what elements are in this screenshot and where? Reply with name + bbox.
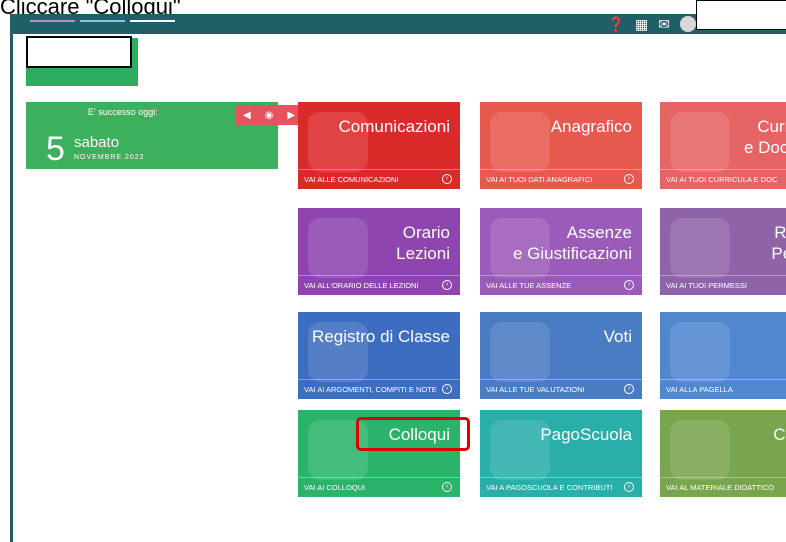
tile-title: PagoScuola [540, 425, 632, 444]
building-icon[interactable]: ▦ [635, 16, 648, 33]
tile-pagoscuola[interactable]: PagoScuola VAI A PAGOSCUOLA E CONTRIBUTI › [480, 410, 642, 497]
tile-registro-di-classe[interactable]: Registro di Classe VAI AI ARGOMENTI, COMP… [298, 312, 460, 399]
tile-footer-link[interactable]: VAI ALLA PAGELLA [660, 379, 786, 399]
tile-orario[interactable]: Orario Lezioni VAI ALL'ORARIO DELLE LEZIO… [298, 208, 460, 295]
arrow-right-icon: › [442, 482, 452, 492]
tile-footer-link[interactable]: VAI ALLE TUE ASSENZE [480, 275, 642, 295]
tile-voti[interactable]: Voti VAI ALLE TUE VALUTAZIONI › [480, 312, 642, 399]
tile-watermark-icon [670, 218, 730, 278]
tile-footer-link[interactable]: VAI ALLE TUE VALUTAZIONI [480, 379, 642, 399]
tile-footer-link[interactable]: VAI ALLE COMUNICAZIONI [298, 169, 460, 189]
tile-anagrafico[interactable]: Anagrafico VAI AI TUOI DATI ANAGRAFICI › [480, 102, 642, 189]
tile-comunicazioni[interactable]: Comunicazioni VAI ALLE COMUNICAZIONI › [298, 102, 460, 189]
happened-today-label: E' successo oggi: [88, 107, 158, 117]
tile-footer-link[interactable]: VAI ALL'ORARIO DELLE LEZIONI [298, 275, 460, 295]
tile-watermark-icon [308, 218, 368, 278]
mail-icon[interactable]: ✉ [658, 16, 670, 33]
arrow-right-icon: › [442, 174, 452, 184]
tile-footer-link[interactable]: VAI AI ARGOMENTI, COMPITI E NOTE [298, 379, 460, 399]
tile-title: Voti [603, 327, 632, 346]
tile-title: Richi Perm [771, 223, 786, 263]
top-bar: ❓ ▦ ✉ [10, 0, 786, 34]
tile-title: Registro di Classe [312, 327, 450, 346]
menu-stripe-blue [80, 20, 125, 22]
tile-richi[interactable]: Richi PermVAI AI TUOI PERMESSI› [660, 208, 786, 295]
menu-stripe-white [130, 20, 175, 22]
tile-title: Assenze e Giustificazioni [512, 223, 632, 263]
date-card: E' successo oggi: ◀ ◉ ▶ 5 sabato NOVEMBR… [26, 102, 302, 169]
tile-footer-link[interactable]: VAI AI COLLOQUI [298, 477, 460, 497]
tile-footer-link[interactable]: VAI AI TUOI PERMESSI [660, 275, 786, 295]
day-number: 5 [46, 130, 65, 168]
tile-title: Orario Lezioni [396, 223, 450, 263]
date-nav: ◀ ◉ ▶ [236, 105, 302, 125]
tile-watermark-icon [490, 322, 550, 382]
tile-footer-link[interactable]: VAI A PAGOSCUOLA E CONTRIBUTI [480, 477, 642, 497]
tile-watermark-icon [670, 322, 730, 382]
avatar[interactable] [680, 16, 696, 32]
tile-title: Anagrafico [550, 117, 632, 136]
month-year-label: NOVEMBRE 2022 [74, 154, 145, 161]
tile-pa[interactable]: PaVAI ALLA PAGELLA› [660, 312, 786, 399]
arrow-right-icon: › [624, 280, 634, 290]
tile-title: Comunicazioni [338, 117, 451, 136]
tile-assenze[interactable]: Assenze e Giustificazioni VAI ALLE TUE AS… [480, 208, 642, 295]
weekday-label: sabato [74, 134, 120, 151]
prev-day-icon[interactable]: ◀ [243, 110, 251, 121]
arrow-right-icon: › [624, 384, 634, 394]
arrow-right-icon: › [442, 384, 452, 394]
menu-stripe-purple [30, 20, 75, 22]
today-icon[interactable]: ◉ [265, 110, 274, 121]
redacted-logo [26, 36, 132, 68]
tile-colla[interactable]: CollaVAI AL MATERIALE DIDATTICO› [660, 410, 786, 497]
arrow-right-icon: › [442, 280, 452, 290]
tile-title: Curricu e Docum [743, 117, 786, 157]
tile-title: Colla [773, 425, 786, 444]
tile-footer-link[interactable]: VAI AI TUOI CURRICULA E DOC [660, 169, 786, 189]
redacted-user-box [696, 0, 786, 30]
highlight-box [356, 417, 470, 451]
left-border [10, 34, 13, 542]
tile-watermark-icon [670, 112, 730, 172]
tile-curricu[interactable]: Curricu e Docum VAI AI TUOI CURRICULA E D… [660, 102, 786, 189]
next-day-icon[interactable]: ▶ [287, 110, 295, 121]
tile-watermark-icon [490, 112, 550, 172]
arrow-right-icon: › [624, 174, 634, 184]
help-icon[interactable]: ❓ [608, 16, 625, 33]
tile-footer-link[interactable]: VAI AI TUOI DATI ANAGRAFICI [480, 169, 642, 189]
tile-footer-link[interactable]: VAI AL MATERIALE DIDATTICO [660, 477, 786, 497]
tile-watermark-icon [670, 420, 730, 480]
arrow-right-icon: › [624, 482, 634, 492]
